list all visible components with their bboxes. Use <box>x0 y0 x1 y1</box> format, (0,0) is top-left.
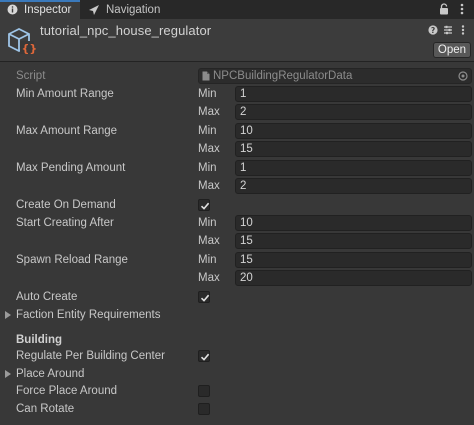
create-on-demand-row: Create On Demand <box>0 196 474 214</box>
max-label: Max <box>198 235 220 247</box>
min-label: Min <box>198 162 217 174</box>
script-value: NPCBuildingRegulatorData <box>213 70 353 82</box>
inspector-header: {} tutorial_npc_house_regulator ? Open <box>0 19 474 61</box>
tab-navigation[interactable]: Navigation <box>84 0 160 19</box>
max-pending-amount-max-row: Max 2 <box>0 177 474 195</box>
regulate-per-building-center-label: Regulate Per Building Center <box>16 350 165 362</box>
foldout-arrow-icon[interactable] <box>5 311 11 319</box>
auto-create-row: Auto Create <box>0 288 474 306</box>
lock-icon[interactable] <box>438 2 450 16</box>
open-button[interactable]: Open <box>433 42 471 58</box>
spawn-reload-range-min-input[interactable]: 15 <box>235 252 472 268</box>
checkmark-icon <box>200 202 210 210</box>
force-place-around-checkbox[interactable] <box>198 385 210 397</box>
max-amount-range-min-row: Max Amount Range Min 10 <box>0 122 474 140</box>
max-label: Max <box>198 180 220 192</box>
navigation-icon <box>88 4 100 16</box>
start-creating-after-label: Start Creating After <box>16 217 114 229</box>
spawn-reload-range-max-input[interactable]: 20 <box>235 270 472 286</box>
create-on-demand-label: Create On Demand <box>16 199 116 211</box>
tabbar-icons <box>438 2 468 16</box>
header-icons: ? <box>428 24 468 36</box>
max-label: Max <box>198 106 220 118</box>
tab-navigation-label: Navigation <box>106 3 161 16</box>
max-amount-range-max-row: Max 15 <box>0 140 474 158</box>
auto-create-label: Auto Create <box>16 291 78 303</box>
min-amount-range-max-row: Max 2 <box>0 103 474 121</box>
foldout-arrow-icon[interactable] <box>5 370 11 378</box>
spawn-reload-range-min-row: Spawn Reload Range Min 15 <box>0 251 474 269</box>
auto-create-checkbox[interactable] <box>198 291 210 303</box>
svg-text:{}: {} <box>22 42 37 55</box>
regulate-per-building-center-checkbox[interactable] <box>198 350 210 362</box>
more-icon[interactable] <box>458 24 468 36</box>
create-on-demand-checkbox[interactable] <box>198 199 210 211</box>
script-label: Script <box>16 70 46 82</box>
faction-entity-requirements-foldout[interactable]: Faction Entity Requirements <box>0 306 474 324</box>
svg-text:?: ? <box>431 26 435 35</box>
preset-icon[interactable] <box>443 24 453 36</box>
more-options-icon[interactable] <box>456 2 468 16</box>
max-label: Max <box>198 272 220 284</box>
checkmark-icon <box>200 294 210 302</box>
min-amount-range-min-row: Min Amount Range Min 1 <box>0 85 474 103</box>
max-amount-range-max-input[interactable]: 15 <box>235 141 472 157</box>
min-label: Min <box>198 88 217 100</box>
object-picker-icon[interactable] <box>458 71 468 81</box>
regulate-per-building-center-row: Regulate Per Building Center <box>0 347 474 365</box>
max-pending-amount-min-input[interactable]: 1 <box>235 160 472 176</box>
min-label: Min <box>198 125 217 137</box>
can-rotate-label: Can Rotate <box>16 403 75 415</box>
can-rotate-checkbox[interactable] <box>198 403 210 415</box>
start-creating-after-max-row: Max 15 <box>0 232 474 250</box>
faction-entity-requirements-label: Faction Entity Requirements <box>16 309 161 321</box>
start-creating-after-min-row: Start Creating After Min 10 <box>0 214 474 232</box>
spawn-reload-range-label: Spawn Reload Range <box>16 254 128 266</box>
scriptable-object-icon: {} <box>6 25 37 57</box>
asset-name: tutorial_npc_house_regulator <box>40 23 212 38</box>
min-label: Min <box>198 254 217 266</box>
header-divider <box>0 61 474 62</box>
min-label: Min <box>198 217 217 229</box>
tab-bar: Inspector Navigation <box>0 0 474 19</box>
max-pending-amount-max-input[interactable]: 2 <box>235 178 472 194</box>
start-creating-after-max-input[interactable]: 15 <box>235 233 472 249</box>
force-place-around-label: Force Place Around <box>16 385 118 397</box>
place-around-foldout[interactable]: Place Around <box>0 365 474 383</box>
help-icon[interactable]: ? <box>428 24 438 36</box>
checkmark-icon <box>200 353 210 361</box>
can-rotate-row: Can Rotate <box>0 400 474 418</box>
max-amount-range-min-input[interactable]: 10 <box>235 123 472 139</box>
tab-inspector-label: Inspector <box>24 3 72 16</box>
script-row: Script NPCBuildingRegulatorData <box>0 67 474 85</box>
min-amount-range-max-input[interactable]: 2 <box>235 104 472 120</box>
tab-inspector[interactable]: Inspector <box>0 0 80 19</box>
place-around-label: Place Around <box>16 368 85 380</box>
max-label: Max <box>198 143 220 155</box>
spawn-reload-range-max-row: Max 20 <box>0 269 474 287</box>
force-place-around-row: Force Place Around <box>0 382 474 400</box>
inspector-window: Inspector Navigation {} tutorial_npc_hou… <box>0 0 474 425</box>
max-amount-range-label: Max Amount Range <box>16 125 118 137</box>
max-pending-amount-min-row: Max Pending Amount Min 1 <box>0 159 474 177</box>
min-amount-range-min-input[interactable]: 1 <box>235 86 472 102</box>
script-field[interactable]: NPCBuildingRegulatorData <box>198 68 472 84</box>
info-icon <box>6 4 18 16</box>
start-creating-after-min-input[interactable]: 10 <box>235 215 472 231</box>
min-amount-range-label: Min Amount Range <box>16 88 114 100</box>
max-pending-amount-label: Max Pending Amount <box>16 162 126 174</box>
script-file-icon <box>202 71 210 81</box>
